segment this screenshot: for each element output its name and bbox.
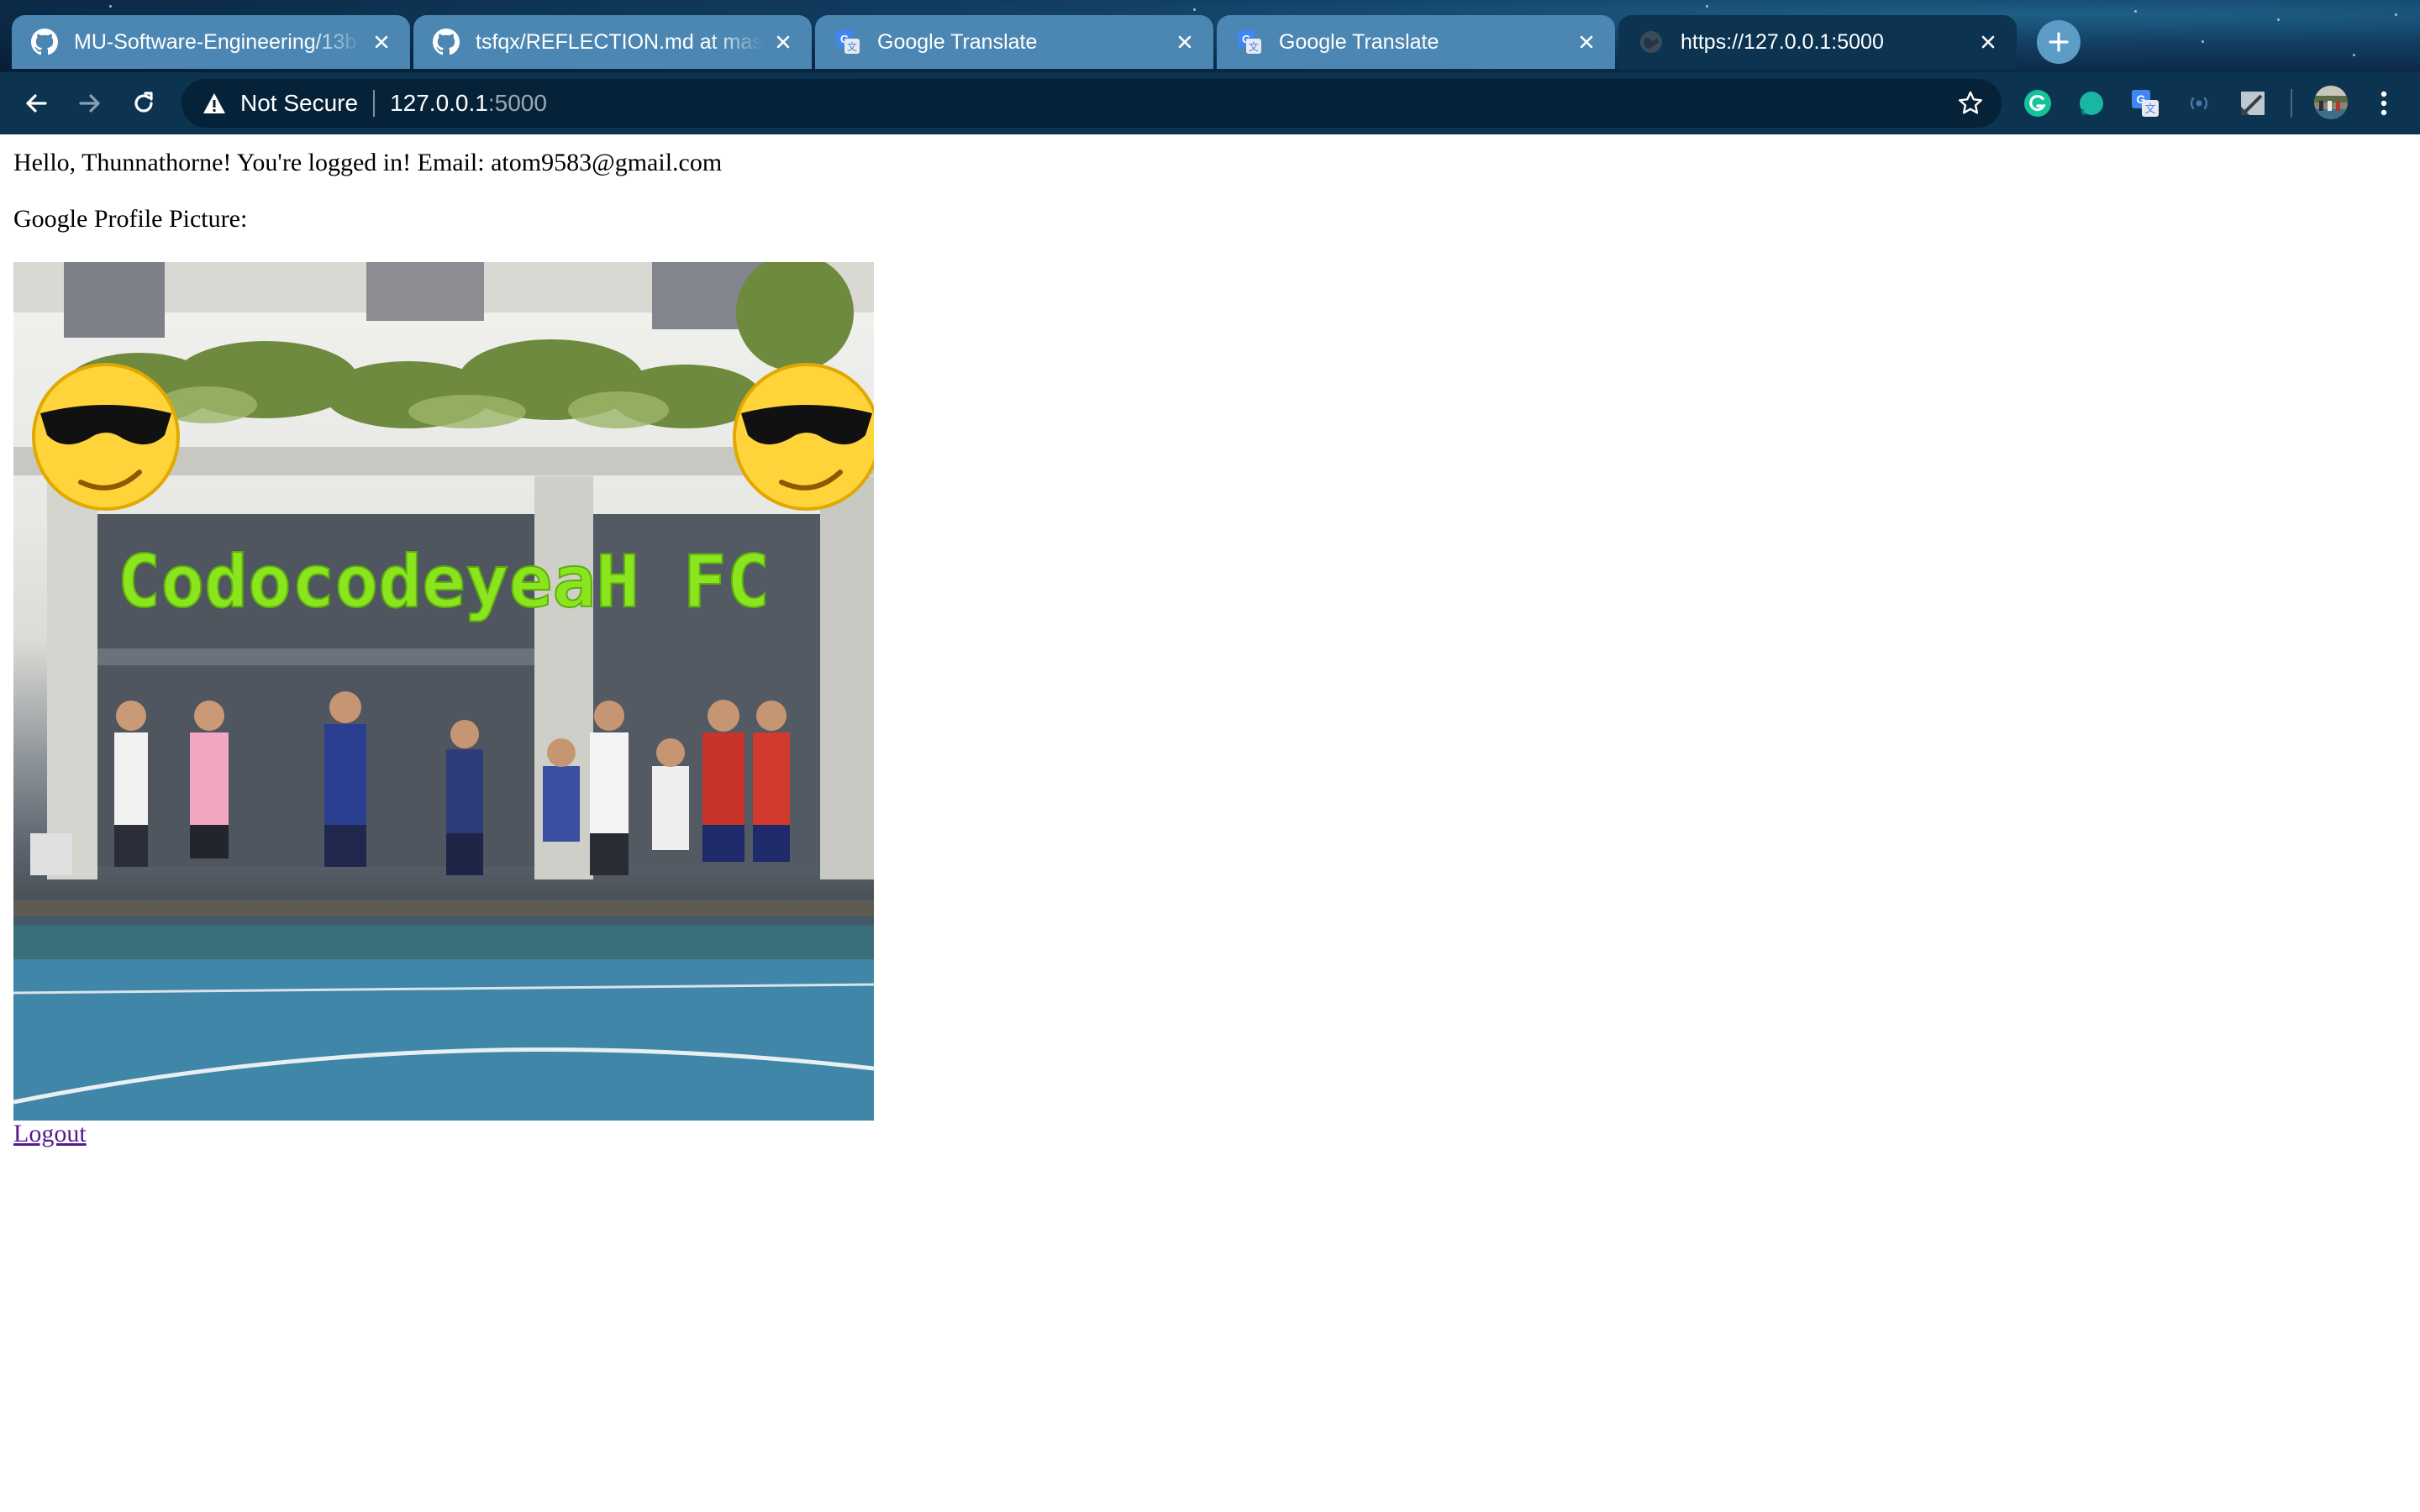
background-star — [109, 5, 112, 8]
tab-google-translate-2[interactable]: G文 Google Translate — [1217, 15, 1615, 69]
tab-strip: MU-Software-Engineering/13b tsfqx/REFLEC… — [0, 0, 2420, 72]
sunglasses-emoji-icon — [32, 363, 180, 511]
tab-title: https://127.0.0.1:5000 — [1681, 29, 1884, 54]
tab-reflection-md[interactable]: tsfqx/REFLECTION.md at maste — [413, 15, 812, 69]
new-tab-button[interactable] — [2037, 20, 2081, 64]
background-star — [2395, 13, 2397, 16]
more-menu-icon[interactable] — [2366, 86, 2402, 121]
tab-title: Google Translate — [877, 29, 1038, 54]
arrow-left-icon — [23, 90, 50, 117]
profile-picture-label: Google Profile Picture: — [13, 205, 248, 233]
globe-icon — [1637, 28, 1665, 56]
close-icon[interactable] — [1171, 29, 1198, 55]
back-button[interactable] — [15, 82, 57, 124]
forward-button[interactable] — [69, 82, 111, 124]
url-text[interactable]: 127.0.0.1:5000 — [390, 90, 547, 117]
close-icon[interactable] — [770, 29, 797, 55]
background-star — [1193, 8, 1196, 11]
tab-title: tsfqx/REFLECTION.md at maste — [476, 29, 763, 54]
greeting-text: Hello, Thunnathorne! You're logged in! E… — [13, 149, 723, 176]
page-content: Hello, Thunnathorne! You're logged in! E… — [0, 134, 2420, 1512]
background-star — [2134, 10, 2137, 13]
toolbar-separator — [2291, 89, 2292, 118]
sunglasses-emoji-icon — [733, 363, 874, 511]
background-star — [2277, 18, 2280, 21]
security-status-label[interactable]: Not Secure — [240, 90, 358, 117]
google-translate-extension-icon[interactable]: G文 — [2128, 86, 2163, 121]
logout-link[interactable]: Logout — [13, 1120, 87, 1148]
google-translate-icon: G文 — [1235, 28, 1264, 56]
address-bar[interactable]: Not Secure 127.0.0.1:5000 — [182, 79, 2002, 128]
tab-title: Google Translate — [1279, 29, 1439, 54]
background-star — [2202, 40, 2204, 43]
background-star — [2353, 54, 2355, 56]
browser-toolbar: Not Secure 127.0.0.1:5000 G文 — [0, 72, 2420, 134]
tab-mu-software-engineering[interactable]: MU-Software-Engineering/13b — [12, 15, 410, 69]
grammarly-icon[interactable] — [2020, 86, 2055, 121]
profile-avatar[interactable] — [2311, 82, 2351, 123]
close-icon[interactable] — [1975, 29, 2002, 55]
tab-title: MU-Software-Engineering/13b — [74, 29, 357, 54]
google-profile-picture: CodocodeyeaH FC — [13, 262, 874, 1121]
tab-google-translate-1[interactable]: G文 Google Translate — [815, 15, 1213, 69]
plus-icon — [2048, 31, 2070, 53]
github-icon — [30, 28, 59, 56]
reload-icon — [130, 90, 157, 117]
url-port: :5000 — [487, 90, 547, 116]
bookmark-star-icon[interactable] — [1954, 87, 1986, 119]
profile-picture-caption: CodocodeyeaH FC — [118, 540, 771, 624]
extension-icon[interactable] — [2181, 86, 2217, 121]
svg-text:文: 文 — [847, 40, 857, 53]
edit-extension-icon[interactable] — [2235, 86, 2270, 121]
tab-localhost-5000[interactable]: https://127.0.0.1:5000 — [1618, 15, 2017, 69]
arrow-right-icon — [76, 90, 103, 117]
warning-icon[interactable] — [200, 89, 229, 118]
url-host: 127.0.0.1 — [390, 90, 488, 116]
background-star — [1706, 5, 1708, 8]
google-translate-icon: G文 — [834, 28, 862, 56]
github-icon — [432, 28, 460, 56]
close-icon[interactable] — [368, 29, 395, 55]
address-divider — [373, 90, 376, 117]
svg-text:文: 文 — [2144, 103, 2155, 116]
svg-text:文: 文 — [1249, 40, 1259, 53]
teal-circle-extension-icon[interactable] — [2074, 86, 2109, 121]
reload-button[interactable] — [123, 82, 165, 124]
close-icon[interactable] — [1573, 29, 1600, 55]
